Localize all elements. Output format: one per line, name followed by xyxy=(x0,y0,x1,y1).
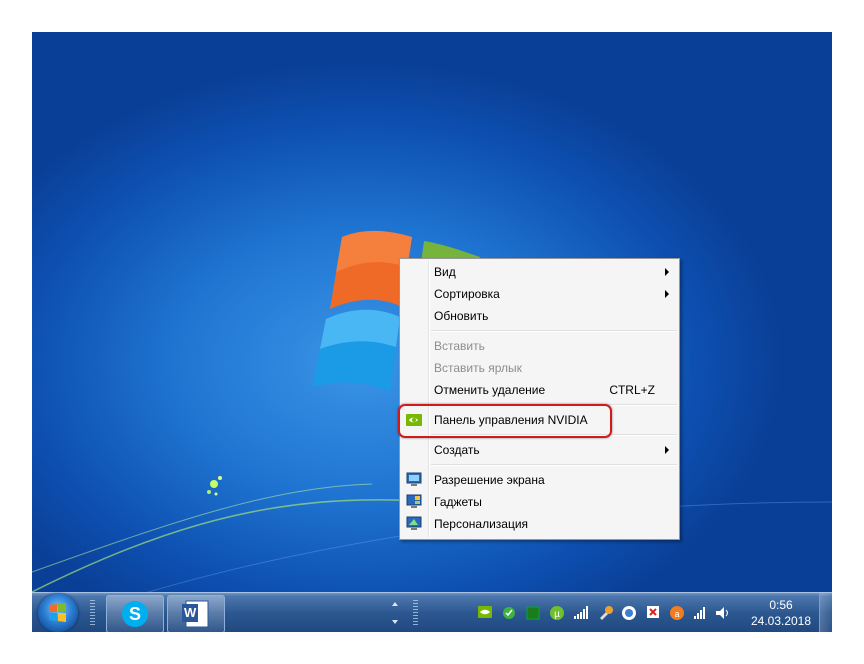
taskbar-clock[interactable]: 0:56 24.03.2018 xyxy=(744,597,818,629)
start-button[interactable] xyxy=(38,594,78,632)
desktop-context-menu: Вид Сортировка Обновить Вставить Вставит… xyxy=(399,258,680,540)
menu-item-gadgets[interactable]: Гаджеты xyxy=(402,491,677,513)
menu-item-paste-shortcut[interactable]: Вставить ярлык xyxy=(402,357,677,379)
submenu-arrow-icon xyxy=(665,446,669,454)
svg-text:S: S xyxy=(129,604,141,624)
show-desktop-button[interactable] xyxy=(819,593,832,632)
menu-item-shortcut: CTRL+Z xyxy=(609,383,655,397)
menu-item-undo-delete[interactable]: Отменить удаление CTRL+Z xyxy=(402,379,677,401)
word-letter: W xyxy=(184,605,197,620)
system-tray: µ a xyxy=(470,601,740,625)
clock-date: 24.03.2018 xyxy=(750,614,812,628)
menu-item-refresh[interactable]: Обновить xyxy=(402,305,677,327)
nvidia-tray-icon xyxy=(478,606,492,618)
utorrent-tray-icon: µ xyxy=(550,606,564,620)
menu-separator xyxy=(431,464,677,466)
submenu-arrow-icon xyxy=(665,290,669,298)
gadgets-icon xyxy=(406,494,422,508)
menu-item-screen-resolution[interactable]: Разрешение экрана xyxy=(402,469,677,491)
menu-item-label: Сортировка xyxy=(434,287,500,301)
scroll-down-icon[interactable] xyxy=(392,620,398,624)
menu-item-view[interactable]: Вид xyxy=(402,261,677,283)
clock-time: 0:56 xyxy=(769,598,793,612)
taskbar-word-button[interactable]: W xyxy=(167,595,225,632)
menu-item-label: Вставить ярлык xyxy=(434,361,522,375)
taskbar-grip[interactable] xyxy=(413,600,418,626)
signal-tray-icon xyxy=(574,606,588,619)
volume-tray-icon xyxy=(716,607,728,619)
menu-item-label: Создать xyxy=(434,443,480,457)
flag-tray-icon xyxy=(647,606,659,618)
tray-icons: µ a xyxy=(478,606,728,620)
submenu-arrow-icon xyxy=(665,268,669,276)
menu-item-label: Вставить xyxy=(434,339,485,353)
svg-text:a: a xyxy=(674,609,679,619)
svg-text:µ: µ xyxy=(554,609,560,620)
menu-item-personalization[interactable]: Персонализация xyxy=(402,513,677,535)
menu-item-create[interactable]: Создать xyxy=(402,439,677,461)
desktop[interactable]: Вид Сортировка Обновить Вставить Вставит… xyxy=(32,32,832,632)
wrench-tray-icon xyxy=(600,606,613,620)
avast-tray-icon: a xyxy=(670,606,684,620)
taskbar: S W µ a 0:56 24.03.2018 xyxy=(32,592,832,632)
menu-item-label: Персонализация xyxy=(434,517,529,531)
menu-item-label: Обновить xyxy=(434,309,489,323)
windows-start-orb-icon xyxy=(49,603,66,622)
menu-item-paste[interactable]: Вставить xyxy=(402,335,677,357)
menu-separator xyxy=(431,330,677,332)
personalization-icon xyxy=(406,516,422,530)
menu-item-sort[interactable]: Сортировка xyxy=(402,283,677,305)
skype-icon: S xyxy=(122,601,148,627)
network-tray-icon xyxy=(694,607,705,619)
taskbar-scroll[interactable] xyxy=(388,596,402,630)
menu-item-label: Вид xyxy=(434,265,456,279)
taskbar-grip[interactable] xyxy=(90,600,95,626)
scroll-up-icon[interactable] xyxy=(392,602,398,606)
nvidia-highlight-frame xyxy=(398,404,612,438)
check-tray-icon xyxy=(503,607,515,619)
menu-item-label: Отменить удаление xyxy=(434,383,546,397)
taskbar-skype-button[interactable]: S xyxy=(106,595,164,632)
globe-tray-icon xyxy=(622,606,636,620)
menu-item-label: Гаджеты xyxy=(434,495,482,509)
chip-tray-icon xyxy=(526,606,540,620)
menu-item-label: Разрешение экрана xyxy=(434,473,545,487)
sparkle-icon xyxy=(207,476,222,496)
monitor-icon xyxy=(406,472,422,486)
